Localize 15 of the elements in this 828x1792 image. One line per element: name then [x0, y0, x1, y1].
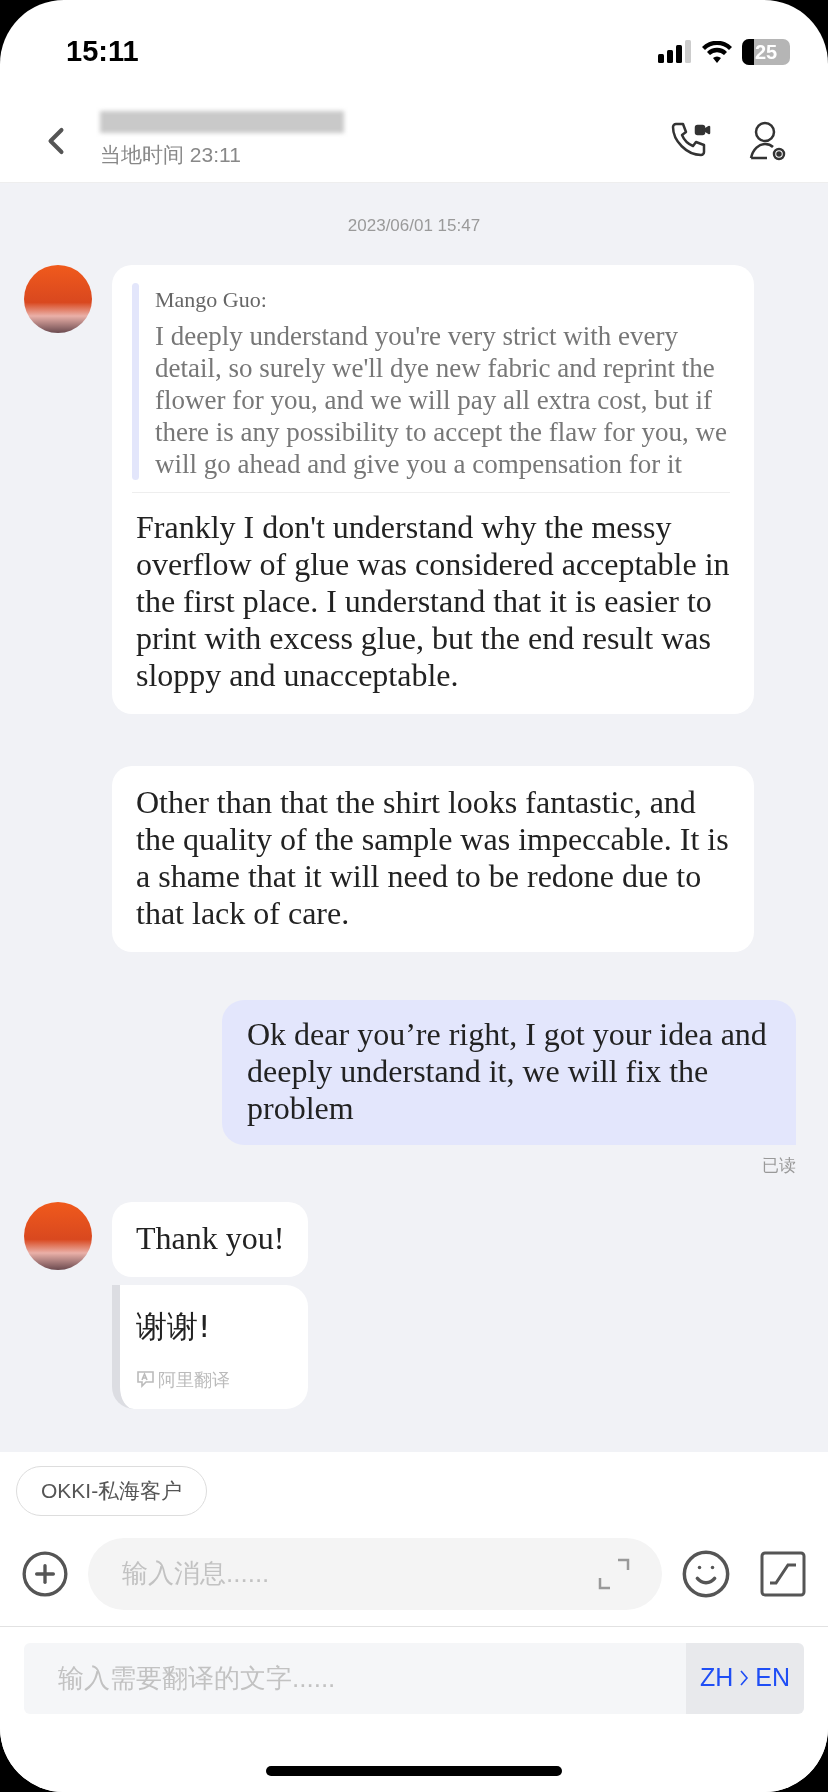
message-text: Ok dear you’re right, I got your idea and deeply understand it, we will fix the problem	[247, 1015, 768, 1127]
translated-text: 谢谢!	[136, 1307, 212, 1346]
battery-level: 25	[754, 42, 778, 62]
quoted-message: I deeply understand you're very strict with every detail, so surely we'll dye new fabric and reprint the flower for you, and we will pay all extra cost, but if there is any possibility to accept the flaw for you, we will go ahead and give you a compensation for it	[155, 319, 729, 480]
translation-source: 阿里翻译	[158, 1367, 230, 1392]
message-text: Other than that the shirt looks fantastic, and the quality of the sample was impeccable. It is a shame that it will need to be redone due to that lack of care.	[136, 783, 730, 932]
local-time: 当地时间 23:11	[100, 142, 242, 169]
customer-tag[interactable]: OKKI-私海客户	[16, 1466, 208, 1516]
language-toggle[interactable]: ZH EN	[685, 1642, 804, 1714]
message-text: Frankly I don't understand why the messy overflow of glue was considered acceptable in the first place. I understand that it is easier to print with excess glue, but the end result was sloppy and unacceptable.	[136, 508, 730, 694]
message-text: Thank you!	[136, 1220, 285, 1257]
quote-author: Mango Guo:	[155, 285, 268, 314]
read-receipt: 已读	[762, 1154, 796, 1177]
message-timestamp: 2023/06/01 15:47	[347, 215, 481, 237]
status-time: 15:11	[66, 34, 139, 70]
